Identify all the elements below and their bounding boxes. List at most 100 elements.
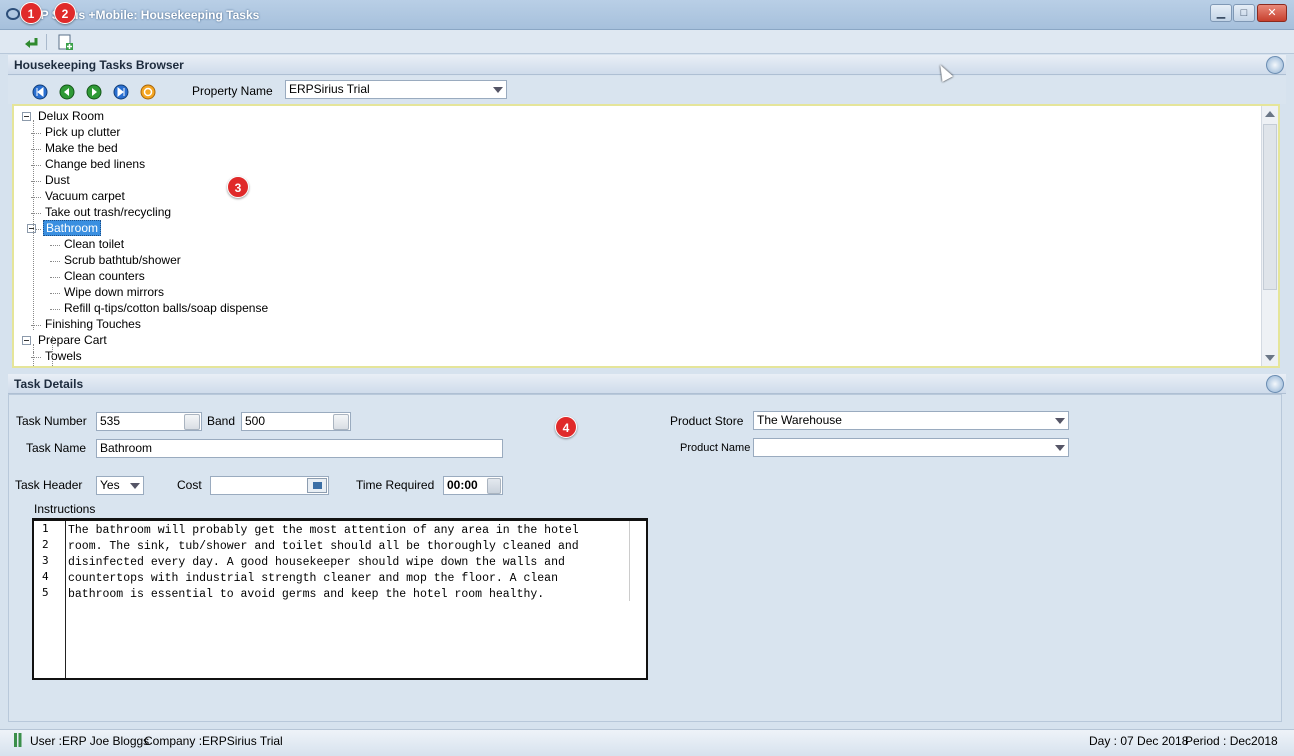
tree-collapse-icon[interactable] [22,336,31,345]
instruction-line: bathroom is essential to avoid germs and… [68,588,545,601]
tree-item[interactable]: Wipe down mirrors [62,285,166,301]
tree-collapse-icon[interactable] [22,112,31,121]
task-name-value: Bathroom [100,441,153,455]
product-name-select[interactable] [753,438,1069,457]
title-bar: ERP Sirius +Mobile: Housekeeping Tasks ▁… [0,0,1294,30]
browser-section-header: Housekeeping Tasks Browser [8,55,1286,75]
new-document-icon[interactable] [56,33,74,51]
tree-item-label: Wipe down mirrors [64,285,165,299]
browser-nav-row: Property Name ERPSirius Trial [8,76,1286,104]
instructions-text[interactable]: The bathroom will probably get the most … [68,523,579,603]
scroll-up-icon[interactable] [1265,111,1275,117]
back-arrow-icon[interactable] [22,33,40,51]
tree-item[interactable]: Make the bed [43,141,120,157]
time-required-field[interactable]: 00:00 [443,476,503,495]
status-icon [14,733,24,747]
tree-item[interactable]: Vacuum carpet [43,189,127,205]
tree-item-label: Bathroom [43,220,102,236]
tree-item[interactable]: Change bed linens [43,157,147,173]
task-number-lookup-button[interactable] [184,414,200,430]
task-header-select[interactable]: Yes [96,476,144,495]
tree-item-label: Change bed linens [45,157,146,171]
line-number: 3 [42,554,49,567]
status-period: Period : Dec2018 [1185,734,1278,748]
refresh-icon[interactable] [140,84,156,100]
status-user: User :ERP Joe Bloggs [30,734,150,748]
tree-item[interactable]: Towels [43,349,84,365]
band-field[interactable]: 500 [241,412,351,431]
task-tree[interactable]: Delux Room Pick up clutter Make the bed Cha… [12,104,1280,368]
details-section-header: Task Details [8,374,1286,394]
chevron-down-icon [130,483,140,489]
instruction-line: disinfected every day. A good housekeepe… [68,556,565,569]
line-number: 5 [42,586,49,599]
chevron-down-icon [493,87,503,93]
band-lookup-button[interactable] [333,414,349,430]
instruction-line: The bathroom will probably get the most … [68,524,579,537]
tree-item[interactable]: Prepare Cart [36,333,109,349]
status-bar: User :ERP Joe Bloggs Company :ERPSirius … [0,729,1294,756]
tree-item[interactable]: Pick up clutter [43,125,122,141]
next-record-icon[interactable] [86,84,102,100]
scroll-thumb[interactable] [1263,124,1277,290]
last-record-icon[interactable] [113,84,129,100]
instruction-line: room. The sink, tub/shower and toilet sh… [68,540,579,553]
task-number-field[interactable]: 535 [96,412,202,431]
line-number-gutter: 1 2 3 4 5 [34,521,66,678]
product-store-value: The Warehouse [757,413,842,427]
task-name-field[interactable]: Bathroom [96,439,503,458]
annotation-badge-3: 3 [227,176,249,198]
collapse-browser-icon[interactable] [1266,56,1284,74]
task-name-label: Task Name [26,441,87,455]
collapse-details-icon[interactable] [1266,375,1284,393]
time-spinner-icon[interactable] [487,478,501,494]
calculator-icon[interactable] [307,478,327,493]
chevron-down-icon [1055,445,1065,451]
tree-scrollbar[interactable] [1261,106,1278,366]
app-logo-icon[interactable] [6,8,20,20]
previous-record-icon[interactable] [59,84,75,100]
tree-item-label: Pick up clutter [45,125,121,139]
task-header-label: Task Header [15,478,83,492]
property-name-value: ERPSirius Trial [289,82,370,96]
instructions-editor[interactable]: 1 2 3 4 5 The bathroom will probably get the… [32,518,648,680]
tree-item[interactable]: Clean toilet [62,237,126,253]
tree-item[interactable]: Dust [43,173,72,189]
tree-item[interactable]: Scrub bathtub/shower [62,253,183,269]
scroll-down-icon[interactable] [1265,355,1275,361]
minimize-button[interactable]: ▁ [1210,4,1232,22]
tree-item-label: Make the bed [45,141,118,155]
first-record-icon[interactable] [32,84,48,100]
cost-label: Cost [177,478,202,492]
toolbar-separator [46,34,47,50]
status-company: Company :ERPSirius Trial [144,734,283,748]
tree-connector [50,309,60,310]
tree-item[interactable]: Finishing Touches [43,317,143,333]
tree-item[interactable]: Bathroom [43,220,102,237]
details-section-title: Task Details [14,377,84,391]
tree-item-label: Vacuum carpet [45,189,125,203]
instruction-line: countertops with industrial strength cle… [68,572,558,585]
status-day: Day : 07 Dec 2018 [1089,734,1189,748]
tree-collapse-icon[interactable] [27,224,36,233]
tree-connector [50,293,60,294]
property-name-select[interactable]: ERPSirius Trial [285,80,507,99]
tree-item[interactable]: Delux Room [36,109,106,125]
close-button[interactable]: ✕ [1257,4,1287,22]
line-number: 4 [42,570,49,583]
tree-item[interactable]: Clean counters [62,269,147,285]
property-name-label: Property Name [192,84,273,98]
band-value: 500 [245,414,266,428]
cost-field[interactable] [210,476,329,495]
tree-item-label: Refill q-tips/cotton balls/soap dispense [64,301,269,315]
product-store-select[interactable]: The Warehouse [753,411,1069,430]
tree-connector [50,277,60,278]
tree-item[interactable]: Refill q-tips/cotton balls/soap dispense [62,301,270,317]
tree-item-label: Finishing Touches [45,317,141,331]
maximize-button[interactable]: □ [1233,4,1255,22]
tree-item-label: Take out trash/recycling [45,205,172,219]
tree-item[interactable]: Take out trash/recycling [43,205,173,221]
browser-section-title: Housekeeping Tasks Browser [14,58,184,72]
tree-connector [50,261,60,262]
time-required-label: Time Required [356,478,435,492]
